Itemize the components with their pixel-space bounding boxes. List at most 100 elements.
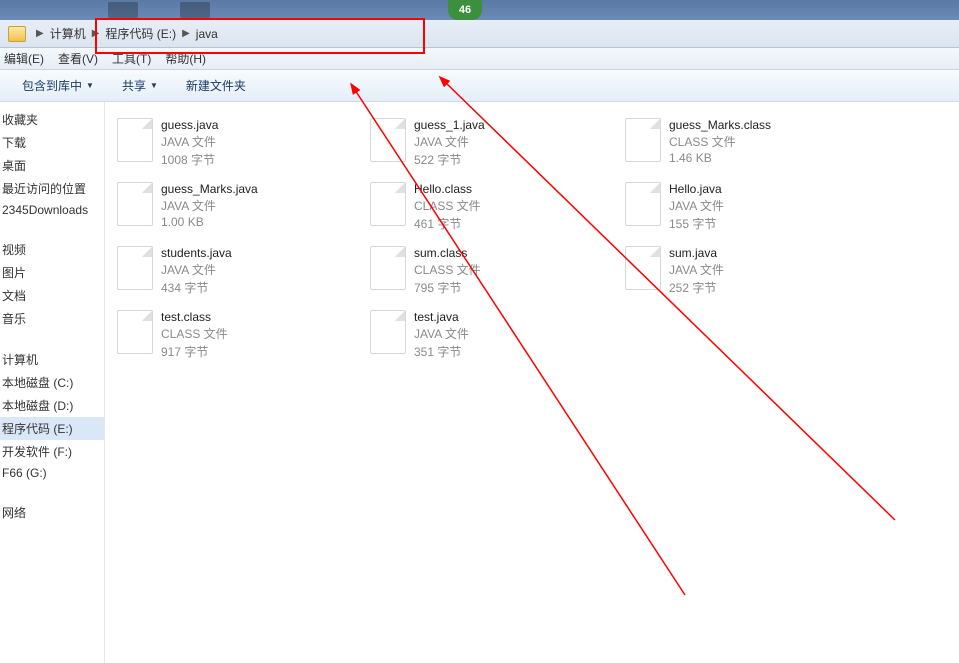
- sidebar-item-documents[interactable]: 文档: [0, 284, 104, 307]
- include-in-library-button[interactable]: 包含到库中 ▼: [22, 77, 94, 94]
- file-size: 522 字节: [414, 151, 485, 168]
- menu-help[interactable]: 帮助(H): [165, 50, 206, 67]
- file-tile[interactable]: Hello.javaJAVA 文件155 字节: [625, 182, 875, 232]
- file-icon: [117, 118, 153, 162]
- file-icon: [117, 246, 153, 290]
- file-name: sum.class: [414, 246, 481, 260]
- file-type: JAVA 文件: [161, 197, 258, 214]
- navigation-pane[interactable]: 收藏夹 下载 桌面 最近访问的位置 2345Downloads 视频 图片 文档…: [0, 102, 105, 663]
- file-icon: [370, 118, 406, 162]
- file-list[interactable]: guess.javaJAVA 文件1008 字节guess_1.javaJAVA…: [105, 102, 959, 663]
- sidebar-item-music[interactable]: 音乐: [0, 307, 104, 330]
- breadcrumb-computer[interactable]: 计算机: [48, 23, 88, 44]
- file-type: JAVA 文件: [414, 325, 469, 342]
- sidebar-item-favorites[interactable]: 收藏夹: [0, 108, 104, 131]
- file-size: 1.46 KB: [669, 151, 771, 165]
- breadcrumb-drive[interactable]: 程序代码 (E:): [103, 23, 178, 44]
- file-size: 155 字节: [669, 215, 724, 232]
- file-tile[interactable]: guess.javaJAVA 文件1008 字节: [117, 118, 367, 168]
- sidebar-item-computer[interactable]: 计算机: [0, 348, 104, 371]
- file-icon: [625, 246, 661, 290]
- file-size: 434 字节: [161, 279, 232, 296]
- sidebar-group-computer: 计算机 本地磁盘 (C:) 本地磁盘 (D:) 程序代码 (E:) 开发软件 (…: [0, 348, 104, 483]
- sidebar-item-drive-e[interactable]: 程序代码 (E:): [0, 417, 104, 440]
- menu-tools[interactable]: 工具(T): [112, 50, 151, 67]
- file-tile[interactable]: sum.classCLASS 文件795 字节: [370, 246, 620, 296]
- sidebar-group-favorites: 收藏夹 下载 桌面 最近访问的位置 2345Downloads: [0, 108, 104, 220]
- sidebar-item-downloads[interactable]: 下载: [0, 131, 104, 154]
- file-name: guess.java: [161, 118, 218, 132]
- aero-preview-thumb: [180, 2, 210, 18]
- share-button[interactable]: 共享 ▼: [122, 77, 158, 94]
- file-tile[interactable]: guess_Marks.javaJAVA 文件1.00 KB: [117, 182, 367, 229]
- file-tile[interactable]: guess_1.javaJAVA 文件522 字节: [370, 118, 620, 168]
- file-name: students.java: [161, 246, 232, 260]
- file-tile[interactable]: students.javaJAVA 文件434 字节: [117, 246, 367, 296]
- chevron-down-icon: ▼: [150, 81, 158, 90]
- sidebar-item-drive-f[interactable]: 开发软件 (F:): [0, 440, 104, 463]
- file-type: CLASS 文件: [161, 325, 228, 342]
- file-tile[interactable]: Hello.classCLASS 文件461 字节: [370, 182, 620, 232]
- file-type: JAVA 文件: [414, 133, 485, 150]
- file-name: Hello.java: [669, 182, 724, 196]
- file-tile[interactable]: test.classCLASS 文件917 字节: [117, 310, 367, 360]
- sidebar-item-drive-g[interactable]: F66 (G:): [0, 463, 104, 483]
- menu-bar: 编辑(E) 查看(V) 工具(T) 帮助(H): [0, 48, 959, 70]
- sidebar-item-recent[interactable]: 最近访问的位置: [0, 177, 104, 200]
- file-size: 252 字节: [669, 279, 724, 296]
- file-name: guess_Marks.java: [161, 182, 258, 196]
- sidebar-item-desktop[interactable]: 桌面: [0, 154, 104, 177]
- sidebar-item-2345downloads[interactable]: 2345Downloads: [0, 200, 104, 220]
- file-type: JAVA 文件: [161, 133, 218, 150]
- sidebar-item-drive-c[interactable]: 本地磁盘 (C:): [0, 371, 104, 394]
- file-type: JAVA 文件: [669, 197, 724, 214]
- file-type: JAVA 文件: [161, 261, 232, 278]
- chevron-right-icon[interactable]: ▶: [92, 28, 100, 39]
- menu-view[interactable]: 查看(V): [58, 50, 98, 67]
- content-area: 收藏夹 下载 桌面 最近访问的位置 2345Downloads 视频 图片 文档…: [0, 102, 959, 663]
- aero-preview-thumb: [108, 2, 138, 18]
- new-folder-button[interactable]: 新建文件夹: [186, 77, 246, 94]
- file-size: 461 字节: [414, 215, 481, 232]
- file-name: test.class: [161, 310, 228, 324]
- chevron-right-icon[interactable]: ▶: [182, 28, 190, 39]
- file-type: JAVA 文件: [669, 261, 724, 278]
- file-icon: [625, 118, 661, 162]
- file-type: CLASS 文件: [414, 197, 481, 214]
- window-titlebar: 46: [0, 0, 959, 20]
- sidebar-item-videos[interactable]: 视频: [0, 238, 104, 261]
- file-name: guess_Marks.class: [669, 118, 771, 132]
- file-size: 917 字节: [161, 343, 228, 360]
- file-tile[interactable]: sum.javaJAVA 文件252 字节: [625, 246, 875, 296]
- menu-edit[interactable]: 编辑(E): [4, 50, 44, 67]
- file-icon: [370, 182, 406, 226]
- sidebar-item-network[interactable]: 网络: [0, 501, 104, 524]
- chevron-down-icon: ▼: [86, 81, 94, 90]
- file-size: 351 字节: [414, 343, 469, 360]
- chevron-right-icon[interactable]: ▶: [36, 28, 44, 39]
- file-tile[interactable]: test.javaJAVA 文件351 字节: [370, 310, 620, 360]
- breadcrumb-folder[interactable]: java: [194, 25, 220, 43]
- file-size: 1008 字节: [161, 151, 218, 168]
- notification-badge: 46: [448, 0, 482, 20]
- file-name: guess_1.java: [414, 118, 485, 132]
- file-icon: [625, 182, 661, 226]
- file-name: sum.java: [669, 246, 724, 260]
- file-icon: [370, 246, 406, 290]
- sidebar-group-network: 网络: [0, 501, 104, 524]
- file-tile[interactable]: guess_Marks.classCLASS 文件1.46 KB: [625, 118, 875, 165]
- sidebar-item-drive-d[interactable]: 本地磁盘 (D:): [0, 394, 104, 417]
- file-name: test.java: [414, 310, 469, 324]
- address-bar[interactable]: ▶ 计算机 ▶ 程序代码 (E:) ▶ java: [0, 20, 959, 48]
- file-type: CLASS 文件: [669, 133, 771, 150]
- command-bar: 包含到库中 ▼ 共享 ▼ 新建文件夹: [0, 70, 959, 102]
- file-icon: [117, 310, 153, 354]
- file-name: Hello.class: [414, 182, 481, 196]
- file-size: 1.00 KB: [161, 215, 258, 229]
- file-size: 795 字节: [414, 279, 481, 296]
- file-icon: [370, 310, 406, 354]
- sidebar-group-libraries: 视频 图片 文档 音乐: [0, 238, 104, 330]
- folder-icon: [8, 26, 26, 42]
- sidebar-item-pictures[interactable]: 图片: [0, 261, 104, 284]
- file-type: CLASS 文件: [414, 261, 481, 278]
